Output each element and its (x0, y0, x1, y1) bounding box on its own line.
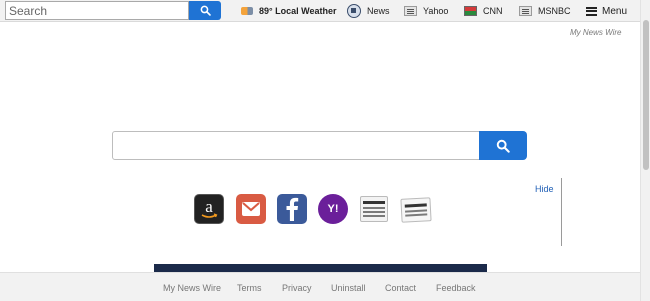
yahoo-icon: Y! (327, 203, 339, 215)
facebook-tile[interactable] (277, 194, 307, 224)
toolbar-search (5, 1, 221, 20)
top-toolbar: 89° Local Weather News Yahoo CNN MSNBC M… (0, 0, 640, 22)
weather-link[interactable]: 89° Local Weather (241, 3, 336, 19)
toolbar-search-button[interactable] (189, 1, 221, 20)
cnn-icon (464, 6, 477, 16)
mail-icon (242, 202, 260, 216)
footer: My News Wire Terms Privacy Uninstall Con… (0, 272, 640, 301)
footer-link-uninstall[interactable]: Uninstall (331, 283, 366, 293)
yahoo-link[interactable]: Yahoo (404, 3, 448, 19)
facebook-icon (286, 197, 299, 221)
menu-label: Menu (602, 5, 628, 17)
cnn-label: CNN (483, 6, 503, 16)
vertical-scrollbar[interactable] (640, 0, 650, 301)
amazon-tile[interactable]: a (194, 194, 224, 224)
newspaper-icon (404, 6, 417, 16)
main-search-button[interactable] (479, 131, 527, 160)
news-icon (347, 4, 361, 18)
footer-link-terms[interactable]: Terms (237, 283, 262, 293)
newspaper-icon (404, 201, 428, 218)
news-link[interactable]: News (347, 3, 390, 19)
hamburger-icon (586, 6, 597, 16)
hide-link[interactable]: Hide (535, 184, 554, 194)
banner-image (154, 264, 487, 272)
msnbc-link[interactable]: MSNBC (519, 3, 571, 19)
svg-text:a: a (205, 197, 213, 216)
news-tile-2[interactable] (400, 197, 432, 223)
menu-button[interactable]: Menu (586, 3, 627, 19)
news-label: News (367, 6, 390, 16)
search-icon (200, 5, 211, 16)
toolbar-search-input[interactable] (5, 1, 189, 20)
main-search-input[interactable] (112, 131, 480, 160)
weather-label: 89° Local Weather (259, 6, 337, 16)
search-icon (496, 139, 510, 153)
news-tile[interactable] (360, 196, 388, 222)
footer-link-my-news-wire[interactable]: My News Wire (163, 283, 221, 293)
yahoo-label: Yahoo (423, 6, 449, 16)
footer-link-contact[interactable]: Contact (385, 283, 416, 293)
msnbc-label: MSNBC (538, 6, 571, 16)
footer-link-feedback[interactable]: Feedback (436, 283, 476, 293)
amazon-icon: a (201, 197, 218, 218)
newspaper-icon (519, 6, 532, 16)
newspaper-icon (363, 199, 385, 219)
brand-label: My News Wire (570, 28, 622, 37)
footer-link-privacy[interactable]: Privacy (282, 283, 312, 293)
main-search (112, 131, 527, 160)
weather-icon (241, 7, 253, 15)
gmail-tile[interactable] (236, 194, 266, 224)
divider (561, 178, 562, 246)
scrollbar-thumb[interactable] (643, 20, 649, 170)
yahoo-tile[interactable]: Y! (318, 194, 348, 224)
cnn-link[interactable]: CNN (464, 3, 503, 19)
